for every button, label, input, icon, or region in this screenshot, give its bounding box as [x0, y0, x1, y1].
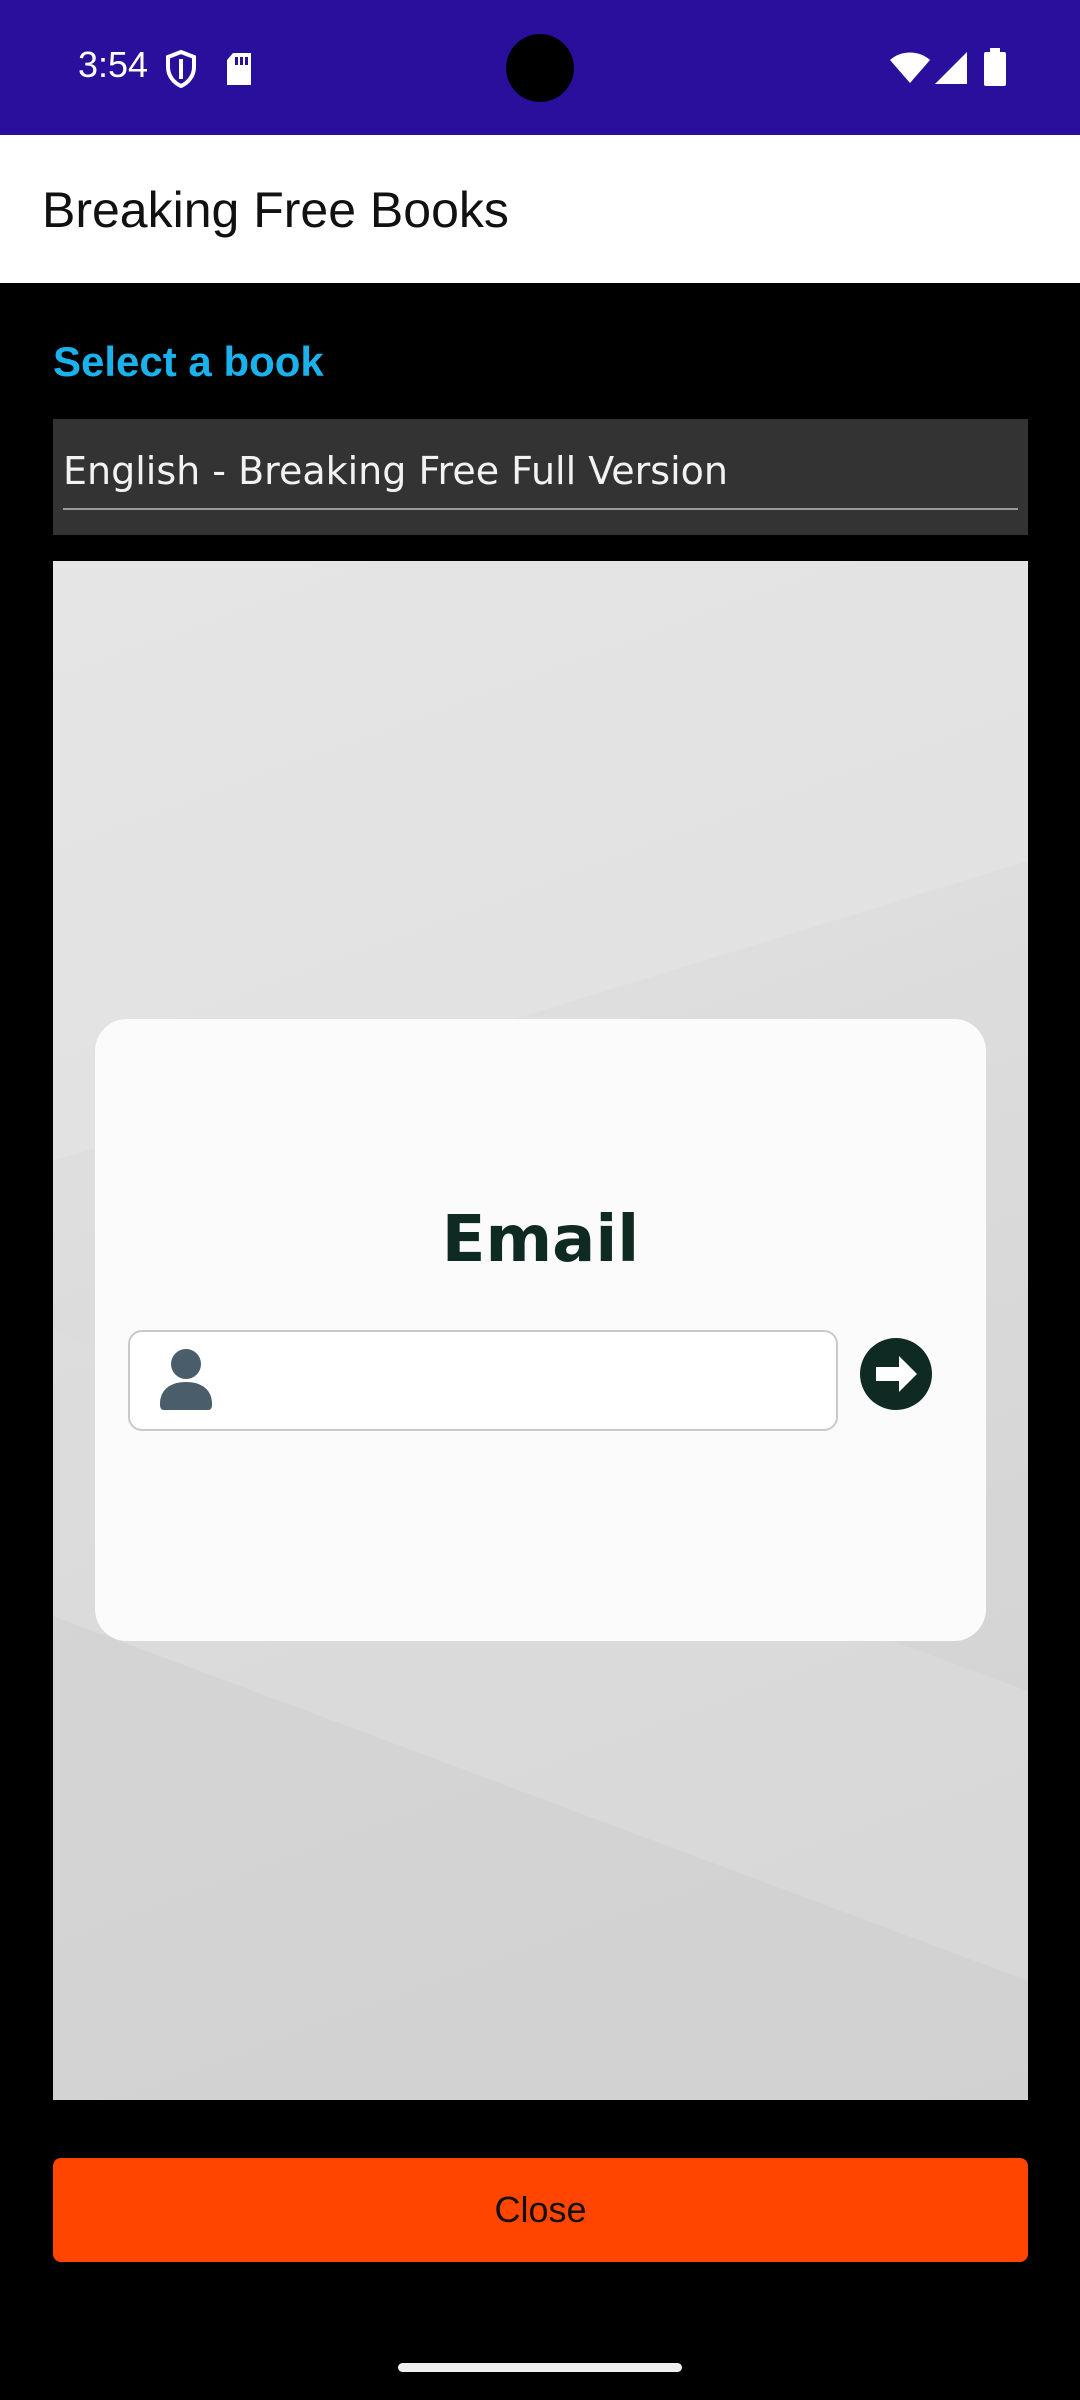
email-field[interactable] — [128, 1330, 838, 1431]
screen: 3:54 Breaking Free Books Select a book E… — [0, 0, 1080, 2400]
cellular-signal-icon — [935, 52, 967, 89]
user-icon — [160, 1348, 212, 1412]
arrow-right-circle-icon[interactable] — [859, 1337, 933, 1411]
book-select-underline — [63, 508, 1018, 510]
status-bar: 3:54 — [0, 0, 1080, 135]
app-bar: Breaking Free Books — [0, 135, 1080, 283]
email-login-card: Email — [95, 1019, 986, 1641]
app-title: Breaking Free Books — [42, 182, 509, 238]
email-title: Email — [441, 1203, 640, 1277]
shield-icon — [165, 49, 197, 93]
email-input[interactable] — [230, 1346, 824, 1418]
battery-icon — [984, 48, 1006, 91]
home-indicator[interactable] — [398, 2363, 682, 2372]
book-webview: Email — [53, 561, 1028, 2100]
camera-cutout — [506, 34, 574, 102]
select-book-label: Select a book — [53, 338, 324, 385]
book-select-dropdown[interactable]: English - Breaking Free Full Version — [53, 419, 1028, 535]
book-select-value: English - Breaking Free Full Version — [63, 449, 728, 493]
wifi-icon — [890, 52, 930, 89]
status-time: 3:54 — [78, 44, 149, 85]
sd-card-icon — [225, 53, 253, 90]
close-button[interactable]: Close — [53, 2158, 1028, 2262]
